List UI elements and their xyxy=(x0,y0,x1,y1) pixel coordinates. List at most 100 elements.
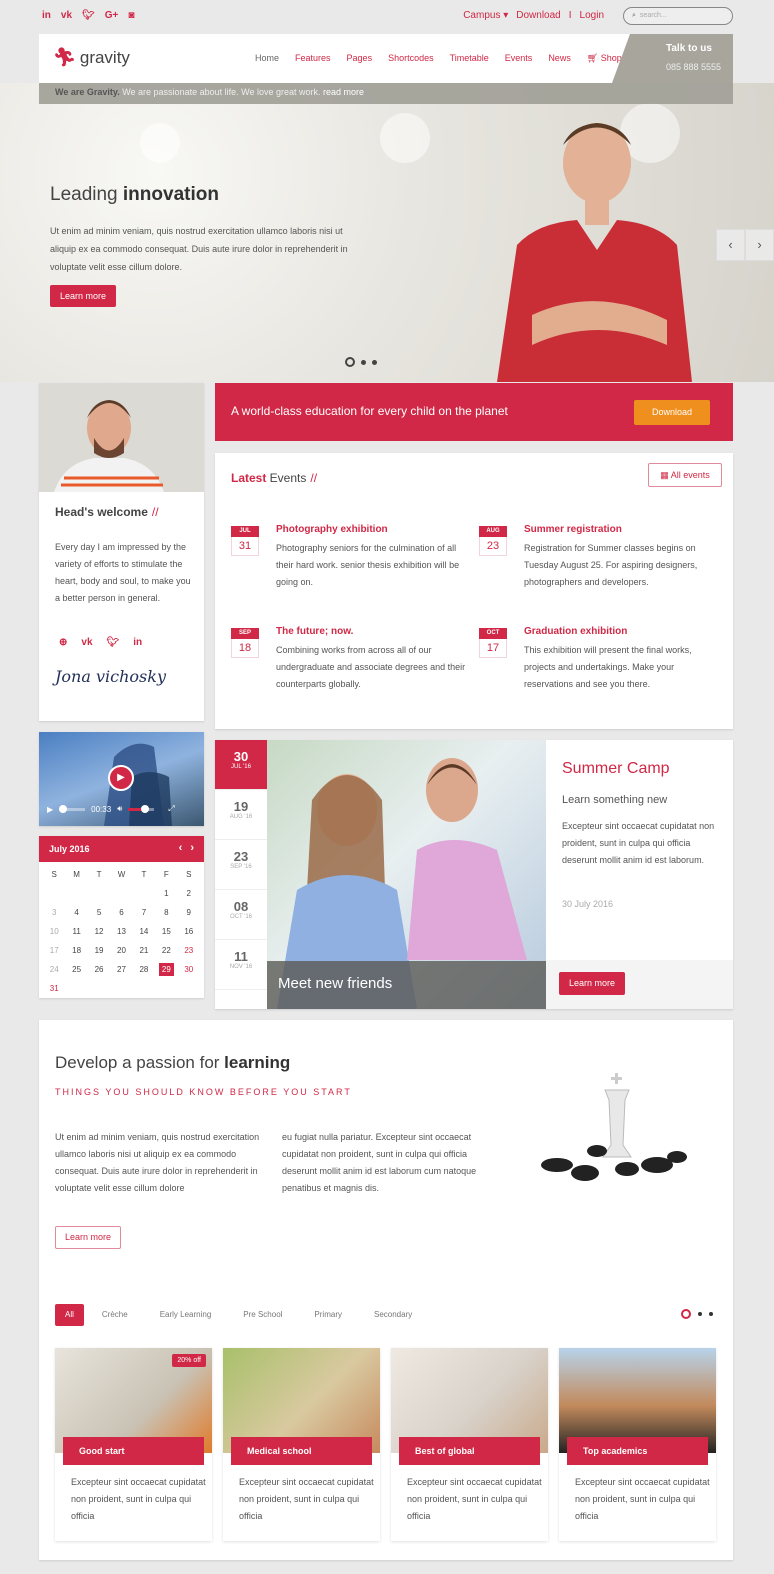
calendar-day[interactable]: 22 xyxy=(155,941,177,960)
carousel-dot-3[interactable] xyxy=(709,1312,713,1316)
calendar-day[interactable]: 4 xyxy=(65,903,87,922)
calendar-day[interactable]: 11 xyxy=(65,922,87,941)
selected-day[interactable]: 29 xyxy=(158,963,174,976)
linkedin-icon[interactable]: in xyxy=(133,637,142,648)
calendar-day[interactable]: 30 xyxy=(178,960,200,979)
calendar-day[interactable]: 14 xyxy=(133,922,155,941)
logo[interactable]: 🏃︎ gravity xyxy=(53,47,130,68)
event-title[interactable]: Graduation exhibition xyxy=(524,626,627,637)
calendar-day[interactable]: 9 xyxy=(178,903,200,922)
calendar-day[interactable]: 16 xyxy=(178,922,200,941)
calendar-day[interactable]: 26 xyxy=(88,960,110,979)
date-item[interactable]: 11 NOV '16 xyxy=(215,940,267,990)
calendar-day[interactable]: 15 xyxy=(155,922,177,941)
fullscreen-icon[interactable]: ⤢ xyxy=(168,804,174,814)
calendar-day[interactable]: 5 xyxy=(88,903,110,922)
calendar-day[interactable]: 17 xyxy=(43,941,65,960)
twitter-icon[interactable]: 🐦︎ xyxy=(107,637,120,648)
nav-shortcodes[interactable]: Shortcodes xyxy=(388,53,434,64)
date-item[interactable]: 23 SEP '16 xyxy=(215,840,267,890)
calendar-day[interactable]: 1 xyxy=(155,884,177,903)
calendar-day[interactable]: 19 xyxy=(88,941,110,960)
calendar-day[interactable]: 7 xyxy=(133,903,155,922)
calendar-day[interactable]: 25 xyxy=(65,960,87,979)
course-card[interactable]: Medical school Excepteur sint occaecat c… xyxy=(223,1348,380,1541)
calendar-day[interactable]: 8 xyxy=(155,903,177,922)
calendar-day[interactable]: 28 xyxy=(133,960,155,979)
event-title[interactable]: The future; now. xyxy=(276,626,353,637)
slider-dot-2[interactable] xyxy=(361,359,366,365)
login-link[interactable]: Login xyxy=(580,10,604,21)
slider-dot-1[interactable] xyxy=(345,357,355,367)
calendar-day[interactable]: 18 xyxy=(65,941,87,960)
nav-features[interactable]: Features xyxy=(295,53,331,64)
nav-news[interactable]: News xyxy=(548,53,571,64)
calendar-day[interactable]: 20 xyxy=(110,941,132,960)
calendar-day[interactable]: 13 xyxy=(110,922,132,941)
vk-icon[interactable]: vk xyxy=(81,637,92,648)
nav-timetable[interactable]: Timetable xyxy=(450,53,489,64)
play-icon[interactable]: ▶ xyxy=(47,805,53,814)
course-title[interactable]: Top academics xyxy=(567,1437,708,1465)
course-card[interactable]: 20% off Good start Excepteur sint occaec… xyxy=(55,1348,212,1541)
course-card[interactable]: Best of global Excepteur sint occaecat c… xyxy=(391,1348,548,1541)
feature-learn-more-button[interactable]: Learn more xyxy=(559,972,625,995)
volume-icon[interactable]: 🔊︎ xyxy=(117,804,122,814)
slider-dot-3[interactable] xyxy=(372,359,377,365)
calendar-day[interactable]: 21 xyxy=(133,941,155,960)
event-title[interactable]: Photography exhibition xyxy=(276,524,388,535)
all-events-button[interactable]: ▦ All events xyxy=(648,463,722,487)
dribbble-icon[interactable]: ⊕ xyxy=(59,637,67,648)
calendar-day[interactable]: 6 xyxy=(110,903,132,922)
carousel-dot-1[interactable] xyxy=(681,1309,691,1319)
video-player[interactable]: ▶ ▶ 00:33 🔊︎ ⤢ xyxy=(39,732,204,826)
tab-pre-school[interactable]: Pre School xyxy=(229,1304,296,1326)
course-title[interactable]: Best of global xyxy=(399,1437,540,1465)
googleplus-icon[interactable]: G+ xyxy=(105,10,119,21)
tab-primary[interactable]: Primary xyxy=(300,1304,356,1326)
linkedin-icon[interactable]: in xyxy=(42,10,51,21)
play-overlay-button[interactable]: ▶ xyxy=(108,765,134,791)
calendar-day[interactable]: 29 xyxy=(155,960,177,979)
instagram-icon[interactable]: ◙ xyxy=(128,10,134,21)
calendar-prev-button[interactable]: ‹ xyxy=(179,842,183,854)
slider-prev-button[interactable]: ‹ xyxy=(716,229,745,261)
tab-early-learning[interactable]: Early Learning xyxy=(146,1304,226,1326)
calendar-day[interactable]: 3 xyxy=(43,903,65,922)
nav-home[interactable]: Home xyxy=(255,53,279,64)
event-title[interactable]: Summer registration xyxy=(524,524,622,535)
read-more-link[interactable]: read more xyxy=(323,87,364,97)
date-item[interactable]: 19 AUG '16 xyxy=(215,790,267,840)
talk-phone[interactable]: 085 888 5555 xyxy=(666,62,721,72)
calendar-day[interactable]: 24 xyxy=(43,960,65,979)
tab-creche[interactable]: Crèche xyxy=(88,1304,142,1326)
download-link[interactable]: Download xyxy=(516,10,560,21)
twitter-icon[interactable]: 🐦︎ xyxy=(82,10,95,21)
nav-pages[interactable]: Pages xyxy=(347,53,373,64)
tab-secondary[interactable]: Secondary xyxy=(360,1304,426,1326)
volume-slider[interactable] xyxy=(128,804,155,813)
course-title[interactable]: Good start xyxy=(63,1437,204,1465)
learning-learn-more-button[interactable]: Learn more xyxy=(55,1226,121,1249)
tab-all[interactable]: All xyxy=(55,1304,84,1326)
course-title[interactable]: Medical school xyxy=(231,1437,372,1465)
hero-learn-more-button[interactable]: Learn more xyxy=(50,285,116,307)
banner-download-button[interactable]: Download xyxy=(634,400,710,425)
slider-next-button[interactable]: › xyxy=(745,229,774,261)
date-item[interactable]: 30 JUL '16 xyxy=(215,740,267,790)
carousel-dot-2[interactable] xyxy=(698,1312,702,1316)
calendar-day[interactable]: 23 xyxy=(178,941,200,960)
calendar-day[interactable]: 31 xyxy=(43,979,65,998)
nav-events[interactable]: Events xyxy=(505,53,533,64)
calendar-day[interactable]: 10 xyxy=(43,922,65,941)
nav-shop[interactable]: 🛒︎ Shop xyxy=(587,53,622,64)
search-input[interactable]: ⌕ search... xyxy=(623,7,733,25)
course-card[interactable]: Top academics Excepteur sint occaecat cu… xyxy=(559,1348,716,1541)
calendar-day[interactable]: 12 xyxy=(88,922,110,941)
campus-dropdown[interactable]: Campus ▾ xyxy=(463,10,508,21)
calendar-day[interactable]: 2 xyxy=(178,884,200,903)
calendar-day[interactable]: 27 xyxy=(110,960,132,979)
progress-bar[interactable] xyxy=(59,804,86,813)
date-item[interactable]: 08 OCT '16 xyxy=(215,890,267,940)
vk-icon[interactable]: vk xyxy=(61,10,72,21)
